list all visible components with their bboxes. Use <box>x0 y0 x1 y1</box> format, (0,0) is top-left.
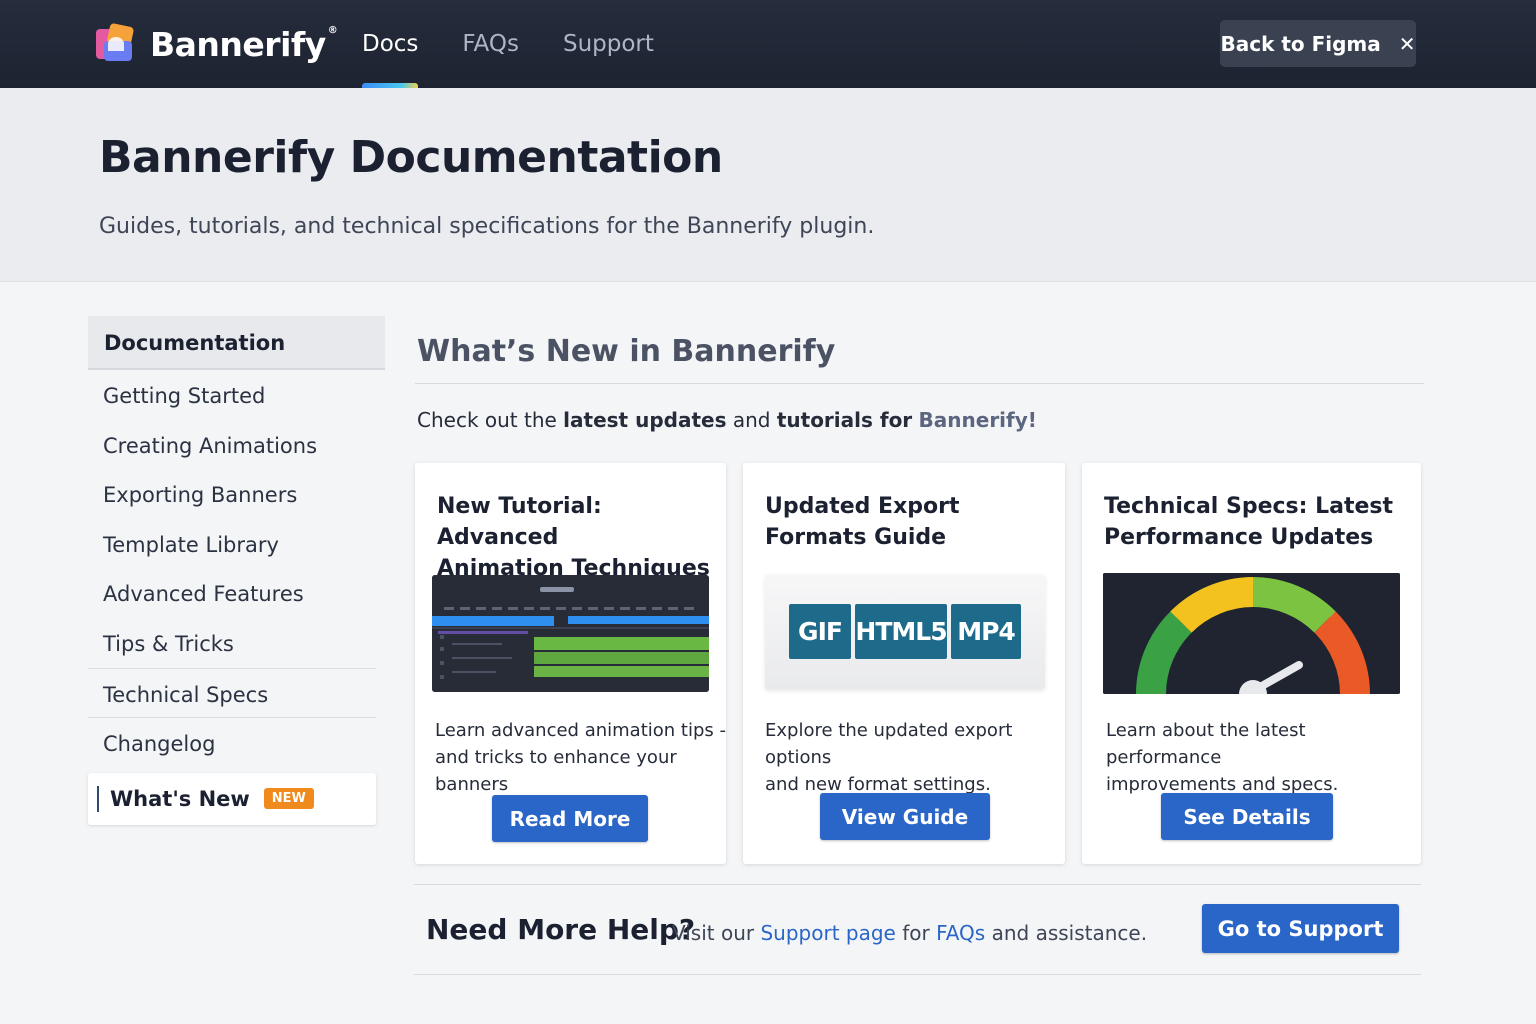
top-navigation-bar: Bannerify ® Docs FAQs Support Back to Fig… <box>0 0 1536 88</box>
new-badge: NEW <box>263 788 314 810</box>
card-description: Learn about the latest performance improv… <box>1106 720 1339 795</box>
nav-docs[interactable]: Docs <box>362 0 419 88</box>
back-to-figma-label: Back to Figma <box>1220 31 1381 56</box>
animation-timeline-thumbnail <box>432 575 709 692</box>
brand-logo[interactable]: Bannerify ® <box>96 22 338 64</box>
card-title: Technical Specs: Latest Performance Updat… <box>1104 494 1394 550</box>
page-subtitle: Guides, tutorials, and technical specifi… <box>99 214 875 239</box>
brand-name: Bannerify ® <box>150 24 338 64</box>
sidebar-item-technical-specs[interactable]: Technical Specs <box>88 667 376 718</box>
format-html5-tile: HTML5 <box>855 604 948 659</box>
card-description: Explore the updated export options and ne… <box>765 720 1013 795</box>
sidebar-item-exporting-banners[interactable]: Exporting Banners <box>88 469 385 519</box>
sidebar-item-tips-tricks[interactable]: Tips & Tricks <box>88 618 385 668</box>
sidebar-item-label: What's New <box>110 786 250 811</box>
go-to-support-button[interactable]: Go to Support <box>1202 904 1399 953</box>
page-header: Bannerify Documentation Guides, tutorial… <box>0 88 1536 282</box>
help-divider-top <box>414 884 1421 885</box>
nav-support[interactable]: Support <box>563 0 654 88</box>
see-details-button[interactable]: See Details <box>1161 793 1333 840</box>
read-more-button[interactable]: Read More <box>492 795 648 842</box>
active-indicator <box>97 785 99 812</box>
faqs-link[interactable]: FAQs <box>936 921 985 945</box>
sidebar-item-advanced-features[interactable]: Advanced Features <box>88 568 385 618</box>
view-guide-button[interactable]: View Guide <box>820 793 990 840</box>
back-to-figma-button[interactable]: Back to Figma ✕ <box>1220 20 1416 67</box>
section-divider <box>415 383 1424 384</box>
export-formats-thumbnail: GIF HTML5 MP4 <box>765 574 1045 689</box>
card-animation-tutorial: New Tutorial: Advanced Animation Techniqu… <box>415 463 726 864</box>
docs-sidebar: Documentation Getting Started Creating A… <box>88 316 385 825</box>
card-description: Learn advanced animation tips - and trick… <box>435 720 726 795</box>
card-technical-specs: Technical Specs: Latest Performance Updat… <box>1082 463 1421 864</box>
bannerify-logo-icon <box>96 22 135 63</box>
performance-gauge-icon <box>1103 573 1400 694</box>
sidebar-item-changelog[interactable]: Changelog <box>88 717 376 767</box>
page-title: Bannerify Documentation <box>99 132 723 183</box>
sidebar-item-whats-new[interactable]: What's New NEW <box>88 772 376 825</box>
section-title: What’s New in Bannerify <box>417 334 836 369</box>
close-icon: ✕ <box>1398 31 1416 56</box>
card-export-formats: Updated Export Formats Guide GIF HTML5 MP… <box>743 463 1065 864</box>
sidebar-item-template-library[interactable]: Template Library <box>88 519 385 569</box>
sidebar-item-getting-started[interactable]: Getting Started <box>88 370 385 420</box>
help-divider-bottom <box>414 974 1421 975</box>
main-nav: Docs FAQs Support <box>362 0 698 88</box>
sidebar-item-creating-animations[interactable]: Creating Animations <box>88 420 385 470</box>
section-intro: Check out the latest updates and tutoria… <box>417 408 1037 432</box>
format-mp4-tile: MP4 <box>951 604 1021 659</box>
card-title: Updated Export Formats Guide <box>765 494 960 550</box>
support-page-link[interactable]: Support page <box>760 921 895 945</box>
help-title: Need More Help? <box>426 913 696 946</box>
card-title: New Tutorial: Advanced Animation Techniqu… <box>437 494 710 581</box>
help-text: Visit our Support page for FAQs and assi… <box>672 921 1148 945</box>
sidebar-heading: Documentation <box>88 316 385 370</box>
format-gif-tile: GIF <box>789 604 851 659</box>
nav-faqs[interactable]: FAQs <box>462 0 519 88</box>
